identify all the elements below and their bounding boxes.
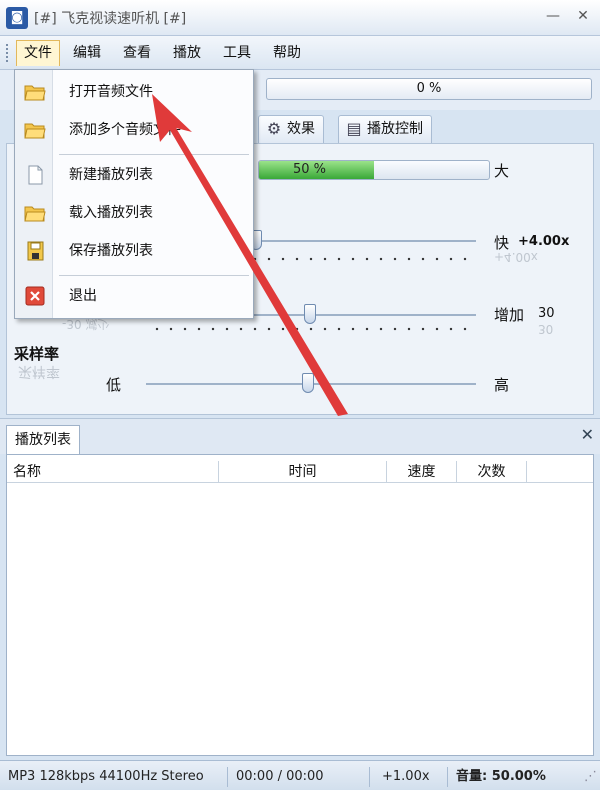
sample-rate-max-label: 高 xyxy=(494,376,510,394)
gain-max-label: 增加 xyxy=(494,306,525,324)
menu-grip xyxy=(6,44,9,62)
volume-percent: 50 % xyxy=(293,162,327,177)
menu-separator xyxy=(59,154,249,155)
file-menu-dropdown: 打开音频文件 添加多个音频文件 新建播放列表 载入播放列表 保存播放列表 退出 xyxy=(14,69,254,319)
menu-play[interactable]: 播放 xyxy=(166,40,208,66)
menu-item-load-playlist[interactable]: 载入播放列表 xyxy=(15,195,253,231)
menu-item-new-playlist[interactable]: 新建播放列表 xyxy=(15,157,253,193)
speed-value-reflection: +4.00x xyxy=(494,250,538,264)
gain-ticks xyxy=(150,326,472,332)
status-speed: +1.00x xyxy=(372,767,448,787)
menu-item-label: 新建播放列表 xyxy=(69,167,153,183)
gain-value-reflection: 30 xyxy=(538,322,554,336)
menu-item-add-multiple[interactable]: 添加多个音频文件 xyxy=(15,112,253,148)
close-icon[interactable]: ✕ xyxy=(570,4,596,28)
sample-rate-reflection: 采样率 xyxy=(18,363,60,379)
volume-level-bar[interactable]: 50 % xyxy=(258,160,490,180)
resize-grip-icon[interactable]: ⋰ xyxy=(578,767,597,787)
volume-max-label: 大 xyxy=(494,162,510,180)
app-logo-icon: ◙ xyxy=(6,7,28,29)
menu-edit[interactable]: 编辑 xyxy=(66,40,108,66)
playlist-columns: 名称 时间 速度 次数 xyxy=(7,461,593,483)
add-folder-icon xyxy=(24,123,46,139)
playlist-table[interactable]: 名称 时间 速度 次数 xyxy=(6,454,594,756)
column-count[interactable]: 次数 xyxy=(457,461,527,483)
menu-item-label: 打开音频文件 xyxy=(69,84,153,100)
menu-item-label: 退出 xyxy=(69,288,97,304)
menu-item-save-playlist[interactable]: 保存播放列表 xyxy=(15,233,253,269)
status-volume: 音量: 50.00% xyxy=(456,769,546,784)
playback-progress-bar[interactable]: 0 % xyxy=(266,78,592,100)
menu-view[interactable]: 查看 xyxy=(116,40,158,66)
load-folder-icon xyxy=(24,206,46,222)
speed-value: +4.00x xyxy=(518,234,570,249)
save-disk-icon xyxy=(27,241,44,261)
status-time: 00:00 / 00:00 xyxy=(230,767,370,787)
open-folder-icon xyxy=(24,85,46,101)
close-icon[interactable]: ✕ xyxy=(581,425,594,444)
playlist-header: 播放列表 ✕ xyxy=(0,418,600,455)
menu-file[interactable]: 文件 xyxy=(16,40,60,66)
menu-item-label: 载入播放列表 xyxy=(69,205,153,221)
column-name[interactable]: 名称 xyxy=(7,461,219,483)
window-title: [#] 飞克视读速听机 [#] xyxy=(34,11,187,27)
tab-effects[interactable]: ⚙ 效果 xyxy=(258,115,324,143)
minimize-button[interactable]: — xyxy=(540,4,566,28)
gain-value: 30 xyxy=(538,306,555,321)
tab-label: 播放控制 xyxy=(367,121,423,137)
menu-bar: 文件 编辑 查看 播放 工具 帮助 xyxy=(0,36,600,70)
menu-separator xyxy=(59,275,249,276)
playback-control-icon: ▤ xyxy=(346,119,362,138)
menu-tools[interactable]: 工具 xyxy=(216,40,258,66)
title-bar: ◙ [#] 飞克视读速听机 [#] — ✕ xyxy=(0,0,600,36)
exit-icon xyxy=(25,286,45,306)
tab-playback-control[interactable]: ▤ 播放控制 xyxy=(338,115,432,143)
tab-label: 效果 xyxy=(287,121,315,137)
new-file-icon xyxy=(28,165,43,185)
gear-icon: ⚙ xyxy=(266,119,282,138)
menu-item-label: 保存播放列表 xyxy=(69,243,153,259)
status-format: MP3 128kbps 44100Hz Stereo xyxy=(2,767,228,787)
menu-item-label: 添加多个音频文件 xyxy=(69,122,181,138)
menu-item-exit[interactable]: 退出 xyxy=(15,278,253,314)
sample-rate-title: 采样率 xyxy=(14,345,60,363)
column-time[interactable]: 时间 xyxy=(219,461,387,483)
sample-rate-slider-thumb[interactable] xyxy=(302,373,314,393)
menu-help[interactable]: 帮助 xyxy=(266,40,308,66)
tab-playlist[interactable]: 播放列表 xyxy=(6,425,80,455)
gain-slider-thumb[interactable] xyxy=(304,304,316,324)
column-speed[interactable]: 速度 xyxy=(387,461,457,483)
sample-rate-min-label: 低 xyxy=(106,376,122,394)
status-bar: MP3 128kbps 44100Hz Stereo 00:00 / 00:00… xyxy=(0,760,600,790)
menu-item-open-audio[interactable]: 打开音频文件 xyxy=(15,74,253,110)
